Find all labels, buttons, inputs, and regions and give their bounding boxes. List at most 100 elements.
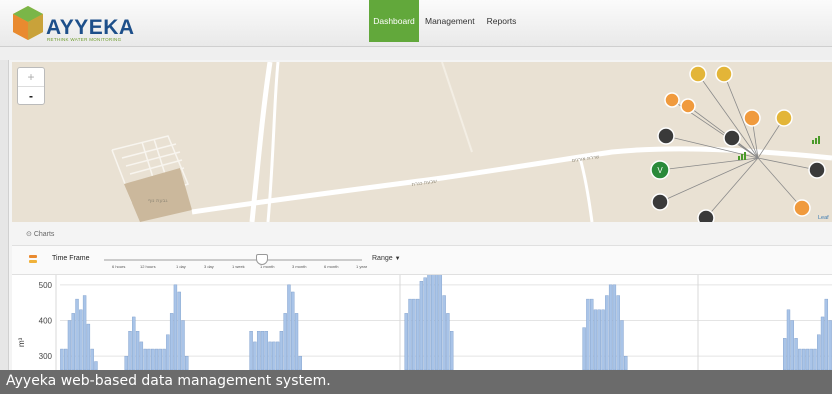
pulse-marker[interactable] [651, 193, 669, 211]
map-attribution-link[interactable]: Leaf [818, 215, 829, 221]
chart-bar[interactable] [786, 309, 791, 370]
chart-bar[interactable] [181, 320, 185, 371]
refresh-icon[interactable] [28, 254, 38, 264]
chart-bar[interactable] [817, 334, 821, 370]
chart-bar[interactable] [67, 320, 72, 371]
chart-bar[interactable] [605, 295, 609, 370]
chart-bar[interactable] [449, 331, 454, 370]
chart-bar[interactable] [94, 361, 98, 370]
pulse-marker[interactable] [723, 129, 741, 147]
chart-bar[interactable] [590, 298, 594, 370]
chart-bar[interactable] [612, 284, 617, 370]
chart-bar[interactable] [185, 355, 189, 370]
chart-bar[interactable] [415, 298, 420, 370]
chart-bar[interactable] [427, 275, 431, 370]
chart-bar[interactable] [147, 348, 151, 370]
chart-bar[interactable] [79, 309, 83, 370]
chart-bar[interactable] [260, 331, 265, 370]
chart-bar[interactable] [824, 298, 829, 370]
chart-bar[interactable] [279, 331, 284, 370]
chart-bar[interactable] [813, 348, 817, 370]
chart-bar[interactable] [272, 341, 276, 370]
chart-bar[interactable] [287, 284, 291, 370]
chart-bar[interactable] [423, 277, 427, 370]
chart-bar[interactable] [601, 309, 605, 370]
chart-bar[interactable] [275, 341, 280, 370]
chart-bar[interactable] [249, 331, 253, 370]
chart-bar[interactable] [124, 355, 128, 370]
chart-bar[interactable] [82, 295, 87, 370]
chart-bar[interactable] [177, 291, 181, 370]
left-rail[interactable] [0, 60, 9, 370]
chart-bar[interactable] [154, 348, 159, 370]
chart-bar[interactable] [264, 331, 268, 370]
sensor-marker[interactable] [680, 98, 696, 114]
chart-bar[interactable] [128, 331, 132, 370]
chart-bar[interactable] [283, 313, 287, 370]
sensor-marker[interactable] [689, 65, 707, 83]
chart-bar[interactable] [404, 313, 408, 370]
time-frame-slider[interactable] [104, 259, 362, 261]
chart-bar[interactable] [809, 348, 813, 370]
chart-bar[interactable] [801, 348, 806, 370]
sensor-marker[interactable] [715, 65, 733, 83]
charts-toggle[interactable]: ⊙ Charts [26, 230, 54, 238]
chart-bar[interactable] [828, 320, 832, 371]
pulse-marker[interactable] [697, 209, 715, 222]
chart-bar[interactable] [256, 331, 261, 370]
chart-bar[interactable] [291, 291, 295, 370]
chart-bar[interactable] [597, 309, 601, 370]
chart-bar[interactable] [253, 341, 257, 370]
chart-bar[interactable] [620, 320, 624, 371]
chart-bar[interactable] [616, 295, 620, 370]
pulse-marker[interactable] [657, 127, 675, 145]
chart-bar[interactable] [151, 348, 155, 370]
chart-bar[interactable] [132, 316, 136, 370]
chart-bar[interactable] [60, 348, 64, 370]
chart-bar[interactable] [446, 313, 450, 370]
chart-bar[interactable] [169, 313, 174, 370]
chart-bar[interactable] [438, 275, 443, 370]
chart-bar[interactable] [158, 348, 162, 370]
chart-bar[interactable] [139, 341, 144, 370]
sensor-map[interactable]: V גבעת נוף שבעת כנרת שדרת אורנים [12, 62, 832, 222]
sensor-marker[interactable] [664, 92, 680, 108]
chart-bar[interactable] [419, 281, 424, 370]
chart-bar[interactable] [794, 338, 798, 370]
chart-bar[interactable] [412, 298, 416, 370]
tab-dashboard[interactable]: Dashboard [369, 0, 419, 42]
chart-bar[interactable] [798, 348, 802, 370]
chart-bar[interactable] [431, 275, 435, 370]
chart-bar[interactable] [820, 316, 825, 370]
chart-bar[interactable] [63, 348, 68, 370]
map-markers[interactable]: V [650, 65, 826, 222]
chart-bar[interactable] [783, 338, 787, 370]
range-dropdown[interactable]: Range ▼ [372, 255, 401, 262]
chart-bar[interactable] [75, 298, 79, 370]
chart-bar[interactable] [805, 348, 810, 370]
chart-bar[interactable] [582, 327, 586, 370]
chart-bar[interactable] [434, 275, 439, 370]
chart-bar[interactable] [86, 323, 91, 370]
tab-reports[interactable]: Reports [481, 0, 523, 42]
chart-bar[interactable] [608, 284, 613, 370]
chart-bar[interactable] [268, 341, 272, 370]
chart-bar[interactable] [790, 320, 794, 371]
chart-bar[interactable] [71, 313, 75, 370]
chart-bar[interactable] [624, 355, 628, 370]
chart-bar[interactable] [166, 334, 170, 370]
pulse-marker[interactable] [808, 161, 826, 179]
chart-bar[interactable] [90, 348, 94, 370]
sensor-marker[interactable] [775, 109, 793, 127]
sensor-marker[interactable] [793, 199, 811, 217]
chart-bar[interactable] [143, 348, 147, 370]
chart-bar[interactable] [294, 313, 299, 370]
chart-bar[interactable] [593, 309, 598, 370]
chart-bar[interactable] [173, 284, 178, 370]
zoom-in-button[interactable]: + [18, 68, 44, 87]
charts-header[interactable]: ⊙ Charts [12, 225, 832, 246]
chart-bar[interactable] [586, 298, 590, 370]
chart-bar[interactable] [408, 298, 412, 370]
chart-bar[interactable] [442, 295, 446, 370]
sensor-marker[interactable] [743, 109, 761, 127]
